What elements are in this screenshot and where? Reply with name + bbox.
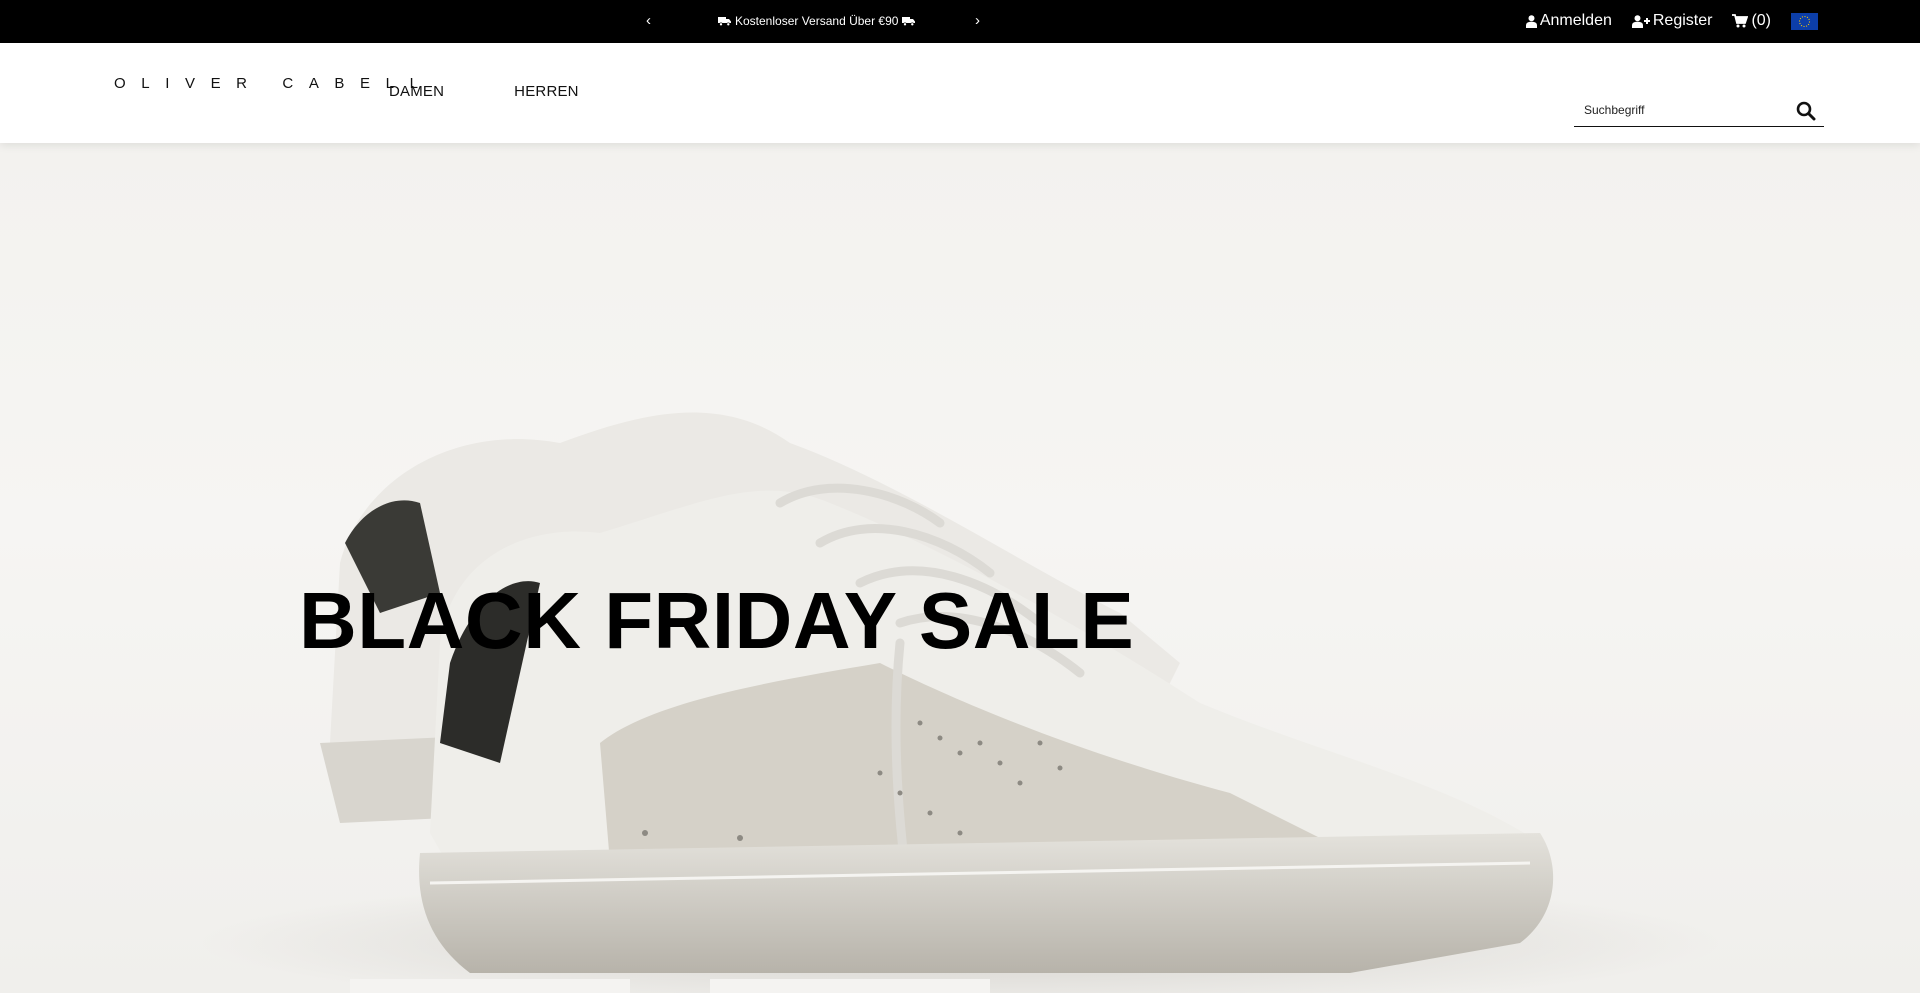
login-link[interactable]: Anmelden: [1525, 11, 1612, 31]
truck-icon: [902, 16, 916, 26]
sneaker-image: [200, 412, 1720, 993]
hero-title: BLACK FRIDAY SALE: [299, 576, 1135, 665]
search-box: [1574, 95, 1824, 127]
nav-item-herren[interactable]: HERREN: [514, 83, 579, 100]
hero-cta-right[interactable]: [710, 979, 990, 993]
truck-icon: [718, 16, 731, 26]
account-links: Anmelden Register (0): [1525, 11, 1818, 31]
hero-cta-left[interactable]: [350, 979, 630, 993]
register-link[interactable]: Register: [1631, 11, 1713, 31]
search-icon[interactable]: [1796, 101, 1816, 126]
cart-count: (0): [1751, 12, 1771, 29]
eu-flag-icon[interactable]: [1791, 12, 1818, 30]
promo-next-arrow[interactable]: ›: [975, 11, 980, 31]
search-input[interactable]: [1584, 95, 1784, 125]
promo-text: Kostenloser Versand Über €90: [735, 14, 899, 28]
promo-message: Kostenloser Versand Über €90: [718, 13, 916, 29]
user-plus-icon: [1631, 14, 1650, 28]
announcement-bar: ‹ Kostenloser Versand Über €90 › Anmelde…: [0, 0, 1920, 43]
cart-icon: [1732, 14, 1749, 28]
main-nav: DAMEN HERREN: [389, 83, 579, 100]
site-logo[interactable]: OLIVER CABELL: [114, 76, 434, 92]
promo-prev-arrow[interactable]: ‹: [646, 11, 651, 31]
hero-banner[interactable]: BLACK FRIDAY SALE: [0, 143, 1920, 993]
register-label: Register: [1652, 12, 1713, 29]
user-icon: [1525, 14, 1537, 28]
cart-link[interactable]: (0): [1732, 11, 1771, 31]
nav-item-damen[interactable]: DAMEN: [389, 83, 444, 100]
login-label: Anmelden: [1539, 12, 1612, 29]
site-header: OLIVER CABELL DAMEN HERREN: [0, 43, 1920, 143]
